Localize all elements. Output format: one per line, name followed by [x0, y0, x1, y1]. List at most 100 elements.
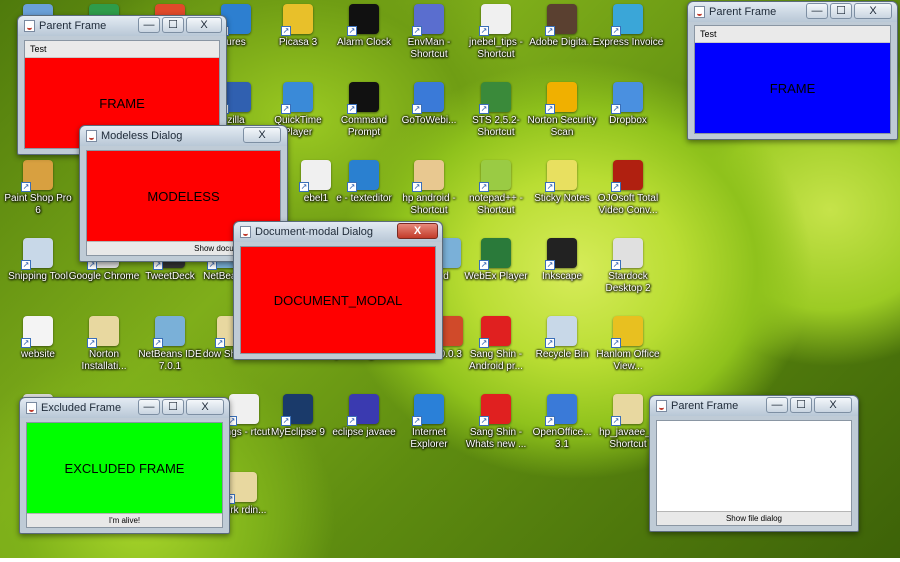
minimize-button[interactable]: —: [766, 397, 788, 413]
desktop-icon[interactable]: ↗ MyEclipse 9: [262, 394, 334, 439]
desktop-icon[interactable]: ↗ Snipping Tool: [2, 238, 74, 283]
shortcut-arrow-icon: ↗: [281, 26, 291, 36]
shortcut-arrow-icon: ↗: [545, 338, 555, 348]
minimize-button[interactable]: —: [138, 399, 160, 415]
desktop-icon[interactable]: ↗ Sang Shin - Android pr...: [460, 316, 532, 373]
maximize-button[interactable]: ☐: [162, 17, 184, 33]
desktop-icon[interactable]: ↗ website: [2, 316, 74, 361]
desktop-icon[interactable]: ↗ Internet Explorer: [393, 394, 465, 451]
close-button[interactable]: X: [186, 17, 222, 33]
shortcut-arrow-icon: ↗: [281, 416, 291, 426]
desktop-icon[interactable]: ↗ EnvMan - Shortcut: [393, 4, 465, 61]
shortcut-arrow-icon: ↗: [611, 338, 621, 348]
desktop-icon[interactable]: ↗ eclipse javaee: [328, 394, 400, 439]
desktop-icon-label: Adobe Digita...: [529, 37, 595, 48]
desktop: ↗↗↗↗ures↗Picasa 3↗Alarm Clock↗EnvMan - S…: [0, 0, 900, 558]
excluded-frame-window[interactable]: Excluded Frame — ☐ X EXCLUDED FRAME I'm …: [19, 397, 230, 534]
shortcut-arrow-icon: ↗: [153, 338, 163, 348]
netbeans-icon: ↗: [153, 316, 185, 348]
desktop-icon[interactable]: ↗ Sticky Notes: [526, 160, 598, 205]
shortcut-arrow-icon: ↗: [479, 338, 489, 348]
document-modal-dialog-window[interactable]: Document-modal Dialog X DOCUMENT_MODAL: [233, 221, 443, 360]
shortcut-arrow-icon: ↗: [21, 260, 31, 270]
parent-frame-window[interactable]: Parent Frame — ☐ X Test FRAME: [687, 1, 898, 140]
desktop-icon-label: Snipping Tool: [8, 271, 68, 282]
shortcut-arrow-icon: ↗: [412, 182, 422, 192]
desktop-icon[interactable]: ↗ jnebel_tips - Shortcut: [460, 4, 532, 61]
title-bar[interactable]: Parent Frame — ☐ X: [650, 396, 858, 416]
desktop-icon[interactable]: ↗ Command Prompt: [328, 82, 400, 139]
maximize-button[interactable]: ☐: [830, 3, 852, 19]
title-bar[interactable]: Modeless Dialog X: [80, 126, 287, 146]
title-bar[interactable]: Excluded Frame — ☐ X: [20, 398, 229, 418]
desktop-icon[interactable]: ↗ e - texteditor: [328, 160, 400, 205]
desktop-icon[interactable]: ↗ Sang Shin - Whats new ...: [460, 394, 532, 451]
minimize-button[interactable]: —: [806, 3, 828, 19]
minimize-button[interactable]: —: [138, 17, 160, 33]
window-title: Parent Frame: [709, 6, 777, 18]
shortcut-arrow-icon: ↗: [412, 26, 422, 36]
desktop-icon[interactable]: ↗ Adobe Digita...: [526, 4, 598, 49]
desktop-icon[interactable]: ↗ Express Invoice: [592, 4, 664, 49]
close-button[interactable]: X: [243, 127, 281, 143]
parent-frame-window[interactable]: Parent Frame — ☐ X Show file dialog: [649, 395, 859, 532]
shortcut-arrow-icon: ↗: [611, 104, 621, 114]
desktop-icon[interactable]: ↗ STS 2.5.2- Shortcut: [460, 82, 532, 139]
document-icon: ↗: [21, 316, 53, 348]
desktop-icon[interactable]: ↗ Stardock Desktop 2: [592, 238, 664, 295]
desktop-icon[interactable]: ↗ Norton Installati...: [68, 316, 140, 373]
desktop-icon-label: WebEx Player: [464, 271, 528, 282]
close-button[interactable]: X: [186, 399, 224, 415]
maximize-button[interactable]: ☐: [790, 397, 812, 413]
desktop-icon[interactable]: ↗ notepad++ - Shortcut: [460, 160, 532, 217]
desktop-icon[interactable]: ↗ Alarm Clock: [328, 4, 400, 49]
recycle-bin-icon: ↗: [545, 316, 577, 348]
window-title: Excluded Frame: [41, 402, 122, 414]
desktop-icon[interactable]: ↗ OJOsoft Total Video Conv...: [592, 160, 664, 217]
close-button[interactable]: X: [814, 397, 852, 413]
document-icon: ↗: [227, 394, 259, 426]
clock-icon: ↗: [347, 4, 379, 36]
shortcut-arrow-icon: ↗: [21, 182, 31, 192]
desktop-icon[interactable]: ↗ hp android - Shortcut: [393, 160, 465, 217]
show-file-dialog-button[interactable]: Show file dialog: [657, 511, 851, 525]
java-cup-icon: [656, 400, 667, 412]
close-button[interactable]: X: [397, 223, 438, 239]
shortcut-arrow-icon: ↗: [611, 182, 621, 192]
desktop-icon-label: Sang Shin - Android pr...: [469, 349, 523, 372]
desktop-icon[interactable]: ↗ Inkscape: [526, 238, 598, 283]
desktop-icon[interactable]: ↗ Recycle Bin: [526, 316, 598, 361]
shortcut-arrow-icon: ↗: [545, 182, 555, 192]
desktop-icon-label: Stardock Desktop 2: [605, 271, 651, 294]
maximize-button[interactable]: ☐: [162, 399, 184, 415]
desktop-icon[interactable]: ↗ GoToWebi...: [393, 82, 465, 127]
desktop-icon-label: Alarm Clock: [337, 37, 391, 48]
title-bar[interactable]: Parent Frame — ☐ X: [18, 16, 226, 36]
desktop-icon[interactable]: ↗ Hanlom Office View...: [592, 316, 664, 373]
eclipse-icon: ↗: [347, 394, 379, 426]
desktop-icon[interactable]: ↗ Dropbox: [592, 82, 664, 127]
shortcut-arrow-icon: ↗: [545, 104, 555, 114]
shortcut-arrow-icon: ↗: [215, 338, 225, 348]
frame-content: Show file dialog: [656, 420, 852, 526]
desktop-icon[interactable]: ↗ Norton Security Scan: [526, 82, 598, 139]
document-icon: ↗: [299, 160, 331, 192]
adobe-icon: ↗: [545, 4, 577, 36]
sts-icon: ↗: [479, 82, 511, 114]
test-label: Test: [25, 41, 219, 58]
close-button[interactable]: X: [854, 3, 892, 19]
desktop-icon[interactable]: ↗ Picasa 3: [262, 4, 334, 49]
title-bar[interactable]: Document-modal Dialog X: [234, 222, 442, 242]
desktop-icon-label: Norton Security Scan: [527, 115, 597, 138]
desktop-icon[interactable]: ↗ OpenOffice... 3.1: [526, 394, 598, 451]
color-panel: [657, 421, 851, 511]
invoice-icon: ↗: [611, 4, 643, 36]
desktop-icon-label: OpenOffice... 3.1: [532, 427, 592, 450]
shortcut-arrow-icon: ↗: [611, 416, 621, 426]
color-panel: FRAME: [695, 43, 890, 133]
im-alive-button[interactable]: I'm alive!: [27, 513, 222, 527]
desktop-icon-label: Sticky Notes: [534, 193, 590, 204]
desktop-icon-label: website: [21, 349, 55, 360]
desktop-icon[interactable]: ↗ WebEx Player: [460, 238, 532, 283]
title-bar[interactable]: Parent Frame — ☐ X: [688, 2, 897, 22]
